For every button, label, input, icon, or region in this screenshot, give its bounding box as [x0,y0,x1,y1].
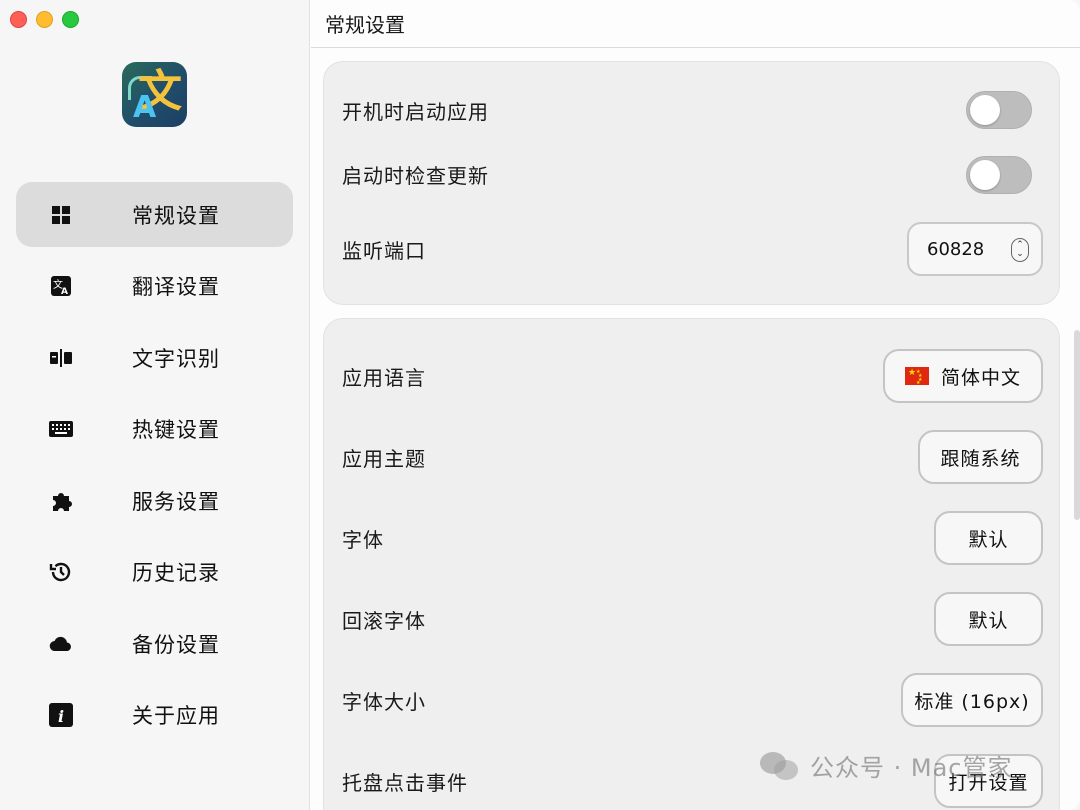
info-icon: i [49,703,73,727]
page-title: 常规设置 [311,0,1080,48]
fallback-font-select[interactable]: 默认 [934,592,1043,646]
sidebar-item-history[interactable]: 历史记录 [16,540,293,605]
puzzle-icon [49,489,73,513]
main-content: 常规设置 开机时启动应用 启动时检查更新 监听端口 60828 ⌃⌄ 应用语言 [311,0,1080,810]
check-update-toggle[interactable] [966,156,1032,194]
language-select[interactable]: ★ ★ ★ ★ ★ 简体中文 [883,349,1043,403]
sidebar-item-label: 关于应用 [132,704,220,728]
theme-value: 跟随系统 [940,447,1021,470]
toggle-knob [970,160,1000,190]
sidebar-item-label: 翻译设置 [132,275,220,299]
appearance-settings-card: 应用语言 ★ ★ ★ ★ ★ 简体中文 应用主题 跟随系统 字体 默认 回滚字体… [323,318,1060,810]
font-select[interactable]: 默认 [934,511,1043,565]
watermark: 公众号 · Mac管家 [760,748,1013,783]
sidebar-item-general[interactable]: 常规设置 [16,182,293,247]
sidebar-item-label: 备份设置 [132,632,220,657]
history-icon [49,560,73,584]
sidebar-item-label: 常规设置 [132,203,220,228]
font-value: 默认 [968,528,1009,551]
close-window-button[interactable] [10,11,27,28]
stepper-arrows-icon[interactable]: ⌃ ⌄ [1011,238,1029,262]
language-value: 简体中文 [940,366,1021,389]
sidebar-item-label: 文字识别 [132,346,220,371]
sidebar-item-translate[interactable]: 文A 翻译设置 [16,254,293,319]
theme-select[interactable]: 跟随系统 [918,430,1043,484]
port-stepper[interactable]: 60828 ⌃ ⌄ [907,222,1043,276]
sidebar-item-ocr[interactable]: 文字识别 [16,325,293,390]
launch-at-login-toggle[interactable] [966,91,1032,129]
svg-text:A: A [61,287,68,297]
ocr-icon [49,346,73,370]
cloud-icon [49,632,73,656]
launch-at-login-label: 开机时启动应用 [342,99,489,124]
toggle-knob [970,95,1000,125]
svg-text:i: i [58,707,64,726]
minimize-window-button[interactable] [36,11,53,28]
language-label: 应用语言 [342,365,426,390]
font-size-label: 字体大小 [342,689,426,714]
sidebar-item-backup[interactable]: 备份设置 [16,611,293,676]
fallback-font-label: 回滚字体 [342,608,426,633]
cn-flag-icon: ★ ★ ★ ★ ★ [904,367,929,386]
window-controls [10,11,79,28]
check-update-row: 启动时检查更新 [342,154,1041,194]
port-label: 监听端口 [342,238,426,263]
sidebar-item-hotkey[interactable]: 热键设置 [16,397,293,462]
check-update-label: 启动时检查更新 [342,163,489,188]
theme-label: 应用主题 [342,446,426,471]
sidebar-item-label: 热键设置 [132,418,220,442]
scrollbar[interactable] [1074,330,1080,520]
zoom-window-button[interactable] [62,11,79,28]
sidebar-item-label: 服务设置 [132,489,220,514]
sidebar-item-about[interactable]: i 关于应用 [16,683,293,748]
sidebar-item-service[interactable]: 服务设置 [16,468,293,533]
grid-icon [49,203,73,227]
sidebar-item-label: 历史记录 [132,561,220,585]
sidebar: 文 A 常规设置 文A 翻译设置 文字识别 热键设置 服务设置 历史记录 备份设… [0,0,310,810]
port-value: 60828 [927,238,985,260]
watermark-text: 公众号 · Mac管家 [810,754,1013,782]
font-size-value: 标准 (16px) [914,690,1030,713]
fallback-font-value: 默认 [968,609,1009,632]
tray-click-label: 托盘点击事件 [342,770,468,795]
app-window: 文 A 常规设置 文A 翻译设置 文字识别 热键设置 服务设置 历史记录 备份设… [0,0,1080,810]
launch-at-login-row: 开机时启动应用 [342,90,1041,130]
startup-settings-card: 开机时启动应用 启动时检查更新 监听端口 60828 ⌃ ⌄ [323,61,1060,305]
keyboard-icon [49,417,73,441]
wechat-icon [760,750,800,782]
font-label: 字体 [342,527,384,552]
app-logo: 文 A [122,62,187,127]
sidebar-nav: 常规设置 文A 翻译设置 文字识别 热键设置 服务设置 历史记录 备份设置 i … [16,182,293,754]
translate-icon: 文A [49,274,73,298]
font-size-select[interactable]: 标准 (16px) [901,673,1043,727]
